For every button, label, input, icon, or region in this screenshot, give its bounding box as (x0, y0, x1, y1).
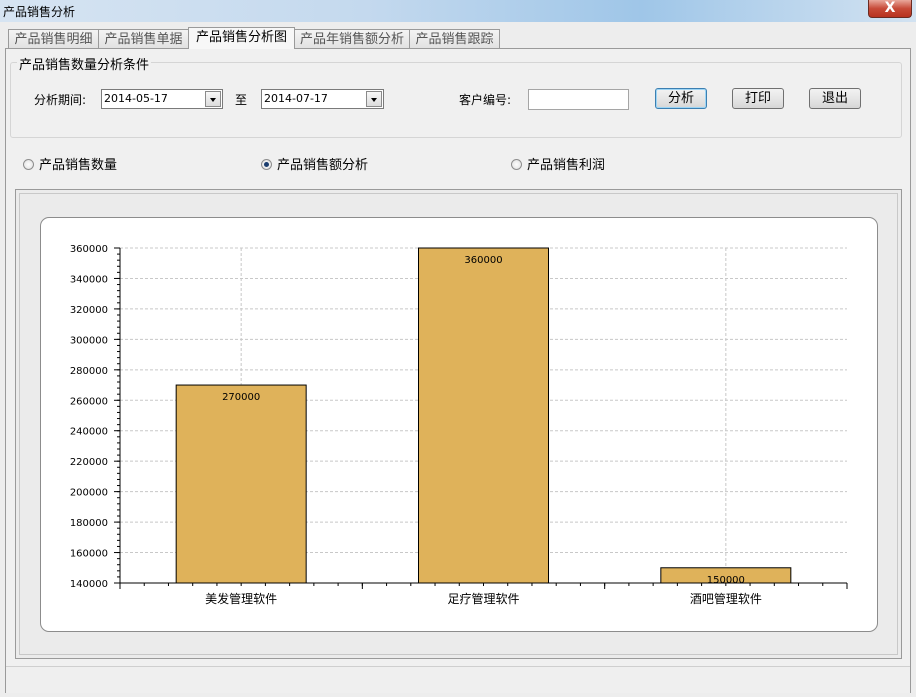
radio-sales-profit-label: 产品销售利润 (527, 158, 606, 173)
tab-sales-documents[interactable]: 产品销售单据 (98, 29, 189, 48)
radio-sales-amount-label: 产品销售额分析 (277, 158, 369, 173)
end-date-value: 2014-07-17 (264, 92, 328, 105)
bar-data-label: 360000 (464, 255, 502, 266)
sales-amount-chart: 360000 340000 320000 300000 280000 260000 2400… (70, 244, 848, 606)
radio-sales-profit[interactable]: 产品销售利润 (511, 154, 605, 173)
start-date-picker[interactable]: 2014-05-17 (101, 89, 223, 109)
conditions-group-title: 产品销售数量分析条件 (17, 54, 152, 73)
close-button[interactable]: X (868, 0, 912, 18)
bar-data-label: 270000 (222, 392, 260, 403)
tab-sales-detail[interactable]: 产品销售明细 (8, 29, 99, 48)
bar (418, 247, 549, 584)
start-date-value: 2014-05-17 (104, 92, 168, 105)
tab-sales-chart[interactable]: 产品销售分析图 (188, 27, 295, 49)
y-tick-label: 160000 (70, 549, 108, 560)
y-tick-label: 280000 (70, 366, 108, 377)
radio-checked-icon[interactable] (261, 159, 272, 170)
radio-unchecked-icon[interactable] (23, 159, 34, 170)
y-tick-label: 360000 (70, 244, 108, 255)
y-tick-label: 300000 (70, 335, 108, 346)
y-tick-label: 340000 (70, 274, 108, 285)
status-strip (6, 666, 910, 693)
y-tick-label: 180000 (70, 518, 108, 529)
y-tick-label: 200000 (70, 488, 108, 499)
x-category-label: 足疗管理软件 (447, 591, 519, 606)
y-tick-label: 140000 (70, 579, 108, 590)
y-tick-label: 320000 (70, 305, 108, 316)
tab-sales-tracking[interactable]: 产品销售跟踪 (409, 29, 500, 48)
end-date-picker[interactable]: 2014-07-17 (261, 89, 384, 109)
period-label: 分析期间: (34, 93, 87, 107)
customer-label: 客户编号: (459, 93, 512, 107)
exit-button[interactable]: 退出 (809, 88, 861, 109)
print-button[interactable]: 打印 (732, 88, 784, 109)
tab-annual-sales[interactable]: 产品年销售额分析 (294, 29, 410, 48)
radio-sales-quantity-label: 产品销售数量 (39, 158, 118, 173)
y-tick-label: 240000 (70, 427, 108, 438)
radio-sales-amount[interactable]: 产品销售额分析 (261, 154, 368, 173)
customer-input[interactable] (528, 89, 629, 110)
y-tick-label: 220000 (70, 457, 108, 468)
x-category-label: 酒吧管理软件 (690, 591, 762, 606)
chevron-down-icon[interactable] (366, 91, 382, 107)
y-tick-label: 260000 (70, 396, 108, 407)
chevron-down-icon[interactable] (205, 91, 221, 107)
bar (175, 384, 307, 584)
x-category-label: 美发管理软件 (205, 591, 277, 606)
to-label: 至 (235, 93, 248, 107)
radio-unchecked-icon[interactable] (511, 159, 522, 170)
analyze-button[interactable]: 分析 (655, 88, 707, 109)
window-title: 产品销售分析 (3, 5, 76, 19)
title-bar: 产品销售分析 X (0, 0, 916, 22)
radio-sales-quantity[interactable]: 产品销售数量 (23, 154, 117, 173)
